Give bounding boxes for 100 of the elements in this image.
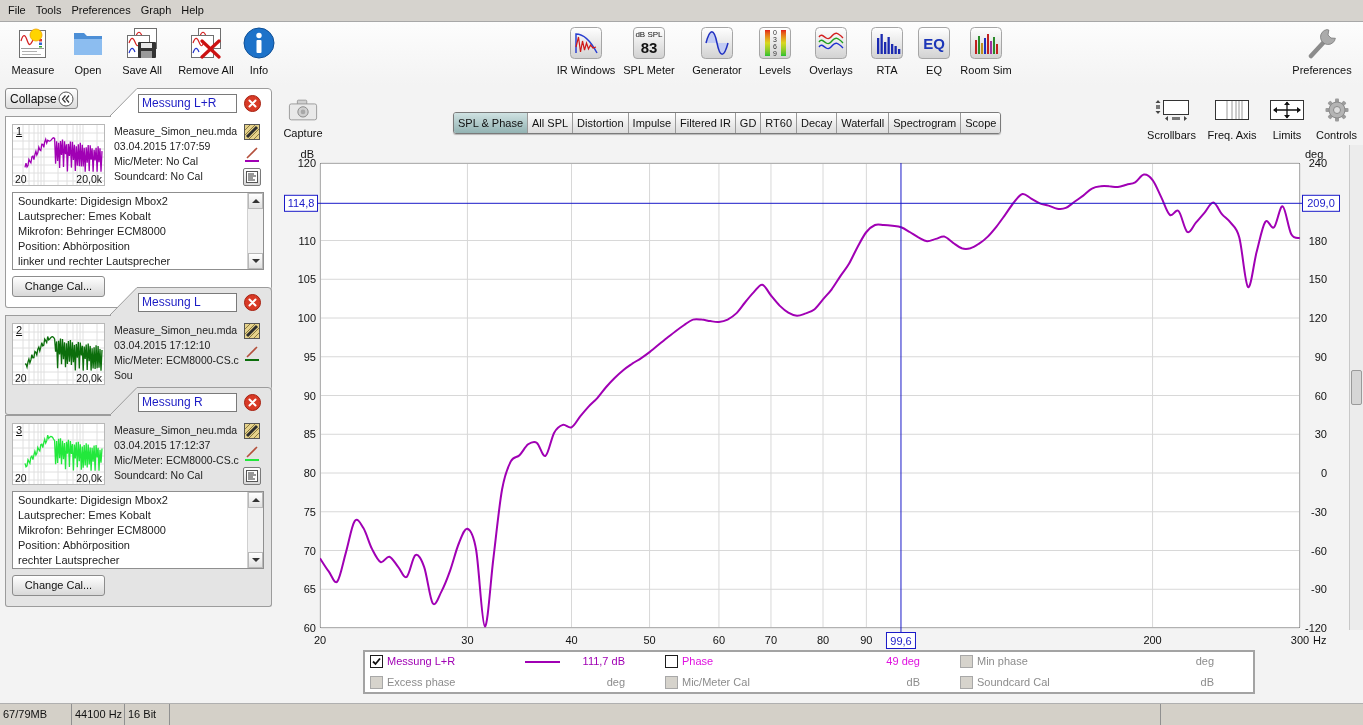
scroll-up-button[interactable] bbox=[248, 193, 263, 209]
phase-axis-unit-label: deg bbox=[1305, 148, 1324, 160]
graph-tab[interactable]: Distortion bbox=[572, 113, 628, 133]
notes-toggle-button[interactable] bbox=[243, 168, 261, 186]
generator-button[interactable]: Generator bbox=[681, 27, 753, 77]
notes-field[interactable]: Soundkarte: Digidesign Mbox2 Lautsprecher: Emes Kobalt Mikrofon: Behringer ECM8000 Position: Abhörposition linker und rechter Lautsprecher bbox=[12, 192, 264, 270]
calibration-button[interactable] bbox=[244, 345, 260, 361]
freq-axis-button[interactable]: Freq. Axis bbox=[1200, 98, 1264, 142]
open-button[interactable]: Open bbox=[61, 27, 115, 77]
graph-tab[interactable]: All SPL bbox=[527, 113, 573, 133]
menu-item[interactable]: File bbox=[3, 0, 31, 21]
edit-button[interactable] bbox=[244, 423, 260, 439]
pen-icon bbox=[244, 146, 260, 162]
camera-icon bbox=[288, 98, 318, 122]
remove-button[interactable] bbox=[244, 394, 261, 411]
phase-axis-tick-label: 150 bbox=[1308, 273, 1327, 286]
display-unit: dB SPL bbox=[635, 30, 663, 39]
soundcard-calibration: Sou bbox=[114, 368, 133, 383]
date-time: 03.04.2015 17:12:10 bbox=[114, 338, 212, 353]
scrollbars-button[interactable]: Scrollbars bbox=[1143, 98, 1200, 142]
rta-button[interactable]: RTA bbox=[865, 27, 909, 77]
menu-item[interactable]: Tools bbox=[30, 0, 67, 21]
y-axis-tick-label: 85 bbox=[303, 428, 316, 441]
graph-tab[interactable]: GD bbox=[734, 113, 761, 133]
scrollbar-thumb[interactable] bbox=[1351, 370, 1362, 405]
graph-tab[interactable]: RT60 bbox=[760, 113, 797, 133]
checkmark-icon bbox=[372, 657, 381, 666]
edit-button[interactable] bbox=[244, 323, 260, 339]
scroll-down-button[interactable] bbox=[248, 552, 263, 568]
y-axis-tick-label: 75 bbox=[303, 505, 316, 518]
date-time: 03.04.2015 17:12:37 bbox=[114, 438, 212, 453]
scroll-up-button[interactable] bbox=[248, 492, 263, 508]
notes-field[interactable]: Soundkarte: Digidesign Mbox2 Lautsprecher: Emes Kobalt Mikrofon: Behringer ECM8000 Position: Abhörposition rechter Lautsprecher bbox=[12, 491, 264, 569]
x-axis-tick-label: 40 bbox=[565, 634, 578, 646]
y-axis-tick-label: 100 bbox=[297, 312, 316, 324]
close-icon bbox=[244, 95, 261, 112]
spl-meter-button[interactable]: dB SPL 83 SPL Meter bbox=[617, 27, 681, 77]
room-sim-button[interactable]: Room Sim bbox=[959, 27, 1013, 77]
graph-tab[interactable]: Scope bbox=[960, 113, 1001, 133]
change-cal-button[interactable]: Change Cal... bbox=[12, 575, 105, 596]
preferences-button[interactable]: Preferences bbox=[1289, 27, 1355, 77]
phase-axis-tick-label: 120 bbox=[1308, 312, 1327, 324]
legend-label: Min phase bbox=[977, 654, 1028, 670]
pen-icon bbox=[244, 445, 260, 461]
save-all-button[interactable]: Save All bbox=[115, 27, 169, 77]
ir-windows-button[interactable]: IR Windows bbox=[555, 27, 617, 77]
overlays-button[interactable]: Overlays bbox=[797, 27, 865, 77]
graph-tab[interactable]: Decay bbox=[796, 113, 837, 133]
menu-item[interactable]: Preferences bbox=[66, 0, 136, 21]
name-field[interactable]: Messung L+R bbox=[138, 94, 237, 113]
collapse-button[interactable]: Collapse bbox=[5, 88, 78, 109]
mic-calibration: Mic/Meter: No Cal bbox=[114, 154, 199, 169]
measure-button[interactable]: Measure bbox=[5, 27, 61, 77]
calibration-button[interactable] bbox=[244, 146, 260, 162]
document-lines-icon bbox=[246, 470, 258, 482]
up-triangle-icon bbox=[251, 199, 260, 203]
phase-axis-tick-label: -90 bbox=[1311, 583, 1327, 596]
menu-item[interactable]: Help bbox=[176, 0, 209, 21]
plot-number: 2 bbox=[16, 325, 23, 336]
name-field[interactable]: Messung R bbox=[138, 393, 237, 412]
checkbox[interactable] bbox=[665, 655, 678, 668]
limits-button[interactable]: Limits bbox=[1264, 98, 1310, 142]
pencil-icon bbox=[244, 124, 260, 140]
y-axis-tick-label: 105 bbox=[297, 273, 316, 286]
edit-button[interactable] bbox=[244, 124, 260, 140]
document-lines-icon bbox=[246, 171, 258, 183]
remove-all-button[interactable]: Remove All bbox=[169, 27, 243, 77]
info-button[interactable]: Info bbox=[243, 27, 275, 77]
phase-axis-tick-label: -120 bbox=[1304, 622, 1327, 634]
graph-tab[interactable]: SPL & Phase bbox=[454, 113, 528, 133]
wrench-icon bbox=[1306, 27, 1338, 59]
remove-button[interactable] bbox=[244, 294, 261, 311]
plot-number: 1 bbox=[16, 126, 23, 137]
cursor-readout: 114,8 bbox=[284, 194, 318, 212]
y-axis-tick-label: 70 bbox=[303, 544, 316, 557]
sine-wave-icon bbox=[701, 27, 733, 59]
mic-calibration: Mic/Meter: ECM8000-CS.c bbox=[114, 353, 240, 368]
x-axis-unit-label: Hz bbox=[1313, 634, 1327, 646]
change-cal-button[interactable]: Change Cal... bbox=[12, 276, 105, 297]
graph-tab[interactable]: Impulse bbox=[627, 113, 676, 133]
x-axis-tick-label: 30 bbox=[461, 634, 474, 646]
graph-tab[interactable]: Waterfall bbox=[836, 113, 889, 133]
notes-toggle-button[interactable] bbox=[243, 467, 261, 485]
level-bar bbox=[780, 30, 786, 56]
graph-tab[interactable]: Filtered IR bbox=[675, 113, 735, 133]
name-field[interactable]: Messung L bbox=[138, 293, 237, 312]
phase-axis-tick-label: 0 bbox=[1320, 467, 1327, 479]
menu-item[interactable]: Graph bbox=[135, 0, 177, 21]
pencil-icon bbox=[244, 423, 260, 439]
checkbox[interactable] bbox=[370, 655, 383, 668]
capture-button[interactable]: Capture bbox=[281, 98, 325, 140]
eq-button[interactable]: EQ EQ bbox=[909, 27, 959, 77]
controls-button[interactable]: Controls bbox=[1310, 98, 1363, 142]
graph-tab[interactable]: Spectrogram bbox=[888, 113, 961, 133]
info-icon bbox=[243, 27, 275, 59]
calibration-button[interactable] bbox=[244, 445, 260, 461]
scroll-down-button[interactable] bbox=[248, 253, 263, 269]
remove-button[interactable] bbox=[244, 95, 261, 112]
phase-axis-tick-label: 90 bbox=[1314, 350, 1327, 363]
cursor-readout: 209,0 bbox=[1302, 194, 1340, 212]
